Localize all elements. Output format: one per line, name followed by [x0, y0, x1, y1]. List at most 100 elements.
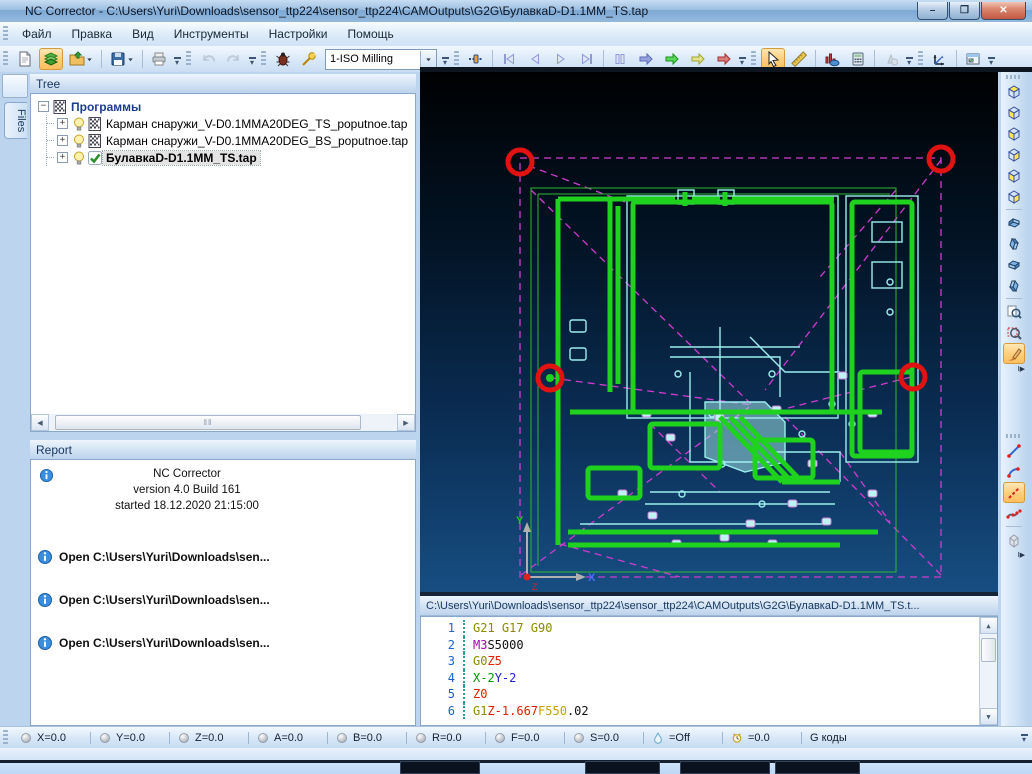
toolbar-overflow[interactable]: ▾ — [174, 57, 181, 69]
close-icon[interactable] — [982, 599, 995, 612]
gcode-line[interactable]: 1G21 G17 G90 — [421, 620, 979, 637]
toolbar-grip[interactable] — [1006, 434, 1022, 438]
scroll-right-button[interactable]: ▶ — [397, 414, 415, 431]
new-file-button[interactable] — [13, 48, 37, 70]
code-vscrollbar[interactable]: ▲ ▼ — [979, 617, 997, 725]
toolbar-grip[interactable] — [918, 51, 923, 67]
gcode-line[interactable]: 6G1Z-1.667F550.02 — [421, 703, 979, 720]
status-item-6[interactable]: R=0.0 — [406, 732, 485, 744]
close-icon[interactable] — [400, 443, 413, 456]
layers-button[interactable] — [39, 48, 63, 70]
scroll-left-button[interactable]: ◀ — [31, 414, 49, 431]
bug-button[interactable] — [271, 48, 295, 70]
toolbar-grip[interactable] — [186, 51, 191, 67]
vscroll-thumb[interactable] — [981, 638, 996, 662]
code-panel-titlebar[interactable]: C:\Users\Yuri\Downloads\sensor_ttp224\se… — [420, 596, 998, 616]
taskbar-button[interactable] — [585, 761, 660, 774]
toolbar-grip[interactable] — [261, 51, 266, 67]
restore-button[interactable]: ❐ — [949, 2, 980, 20]
minimize-button[interactable]: – — [917, 2, 948, 20]
scroll-down-button[interactable]: ▼ — [980, 708, 998, 725]
wizard-button[interactable] — [297, 48, 321, 70]
iso-view-2-button[interactable] — [1003, 233, 1025, 254]
status-item-11[interactable]: G коды — [801, 732, 880, 744]
view-back-button[interactable] — [1003, 144, 1025, 165]
menu-item-4[interactable]: Инструменты — [164, 24, 259, 44]
files-dock-button[interactable] — [2, 74, 28, 98]
gcode-viewport[interactable]: Y X Z — [420, 72, 998, 592]
tree-panel-titlebar[interactable]: Tree — [30, 74, 416, 94]
redo-button[interactable] — [222, 48, 246, 70]
taskbar-button[interactable] — [400, 761, 480, 774]
status-item-3[interactable]: Z=0.0 — [169, 732, 248, 744]
report-panel-titlebar[interactable]: Report — [30, 440, 416, 460]
collapse-expander[interactable]: − — [38, 101, 49, 112]
solid-view-button[interactable] — [1003, 529, 1025, 550]
close-button[interactable]: ✕ — [981, 2, 1026, 20]
status-item-5[interactable]: B=0.0 — [327, 732, 406, 744]
toolbar-overflow[interactable]: ▾ — [249, 57, 256, 69]
status-item-4[interactable]: A=0.0 — [248, 732, 327, 744]
menu-item-1[interactable]: Файл — [12, 24, 62, 44]
toolbar-grip[interactable] — [751, 51, 756, 67]
files-tab[interactable]: Files — [4, 102, 27, 139]
dashed-line-button[interactable] — [1003, 482, 1025, 503]
tree-item-3[interactable]: +БулавкаD-D1.1MM_TS.tap — [47, 149, 415, 166]
view-right-button[interactable] — [1003, 186, 1025, 207]
pin-icon[interactable] — [387, 443, 400, 456]
tree-root-row[interactable]: −Программы — [35, 98, 415, 115]
gcode-line[interactable]: 2M3 S5000 — [421, 637, 979, 654]
menu-item-6[interactable]: Помощь — [337, 24, 403, 44]
arc-segment-button[interactable] — [1003, 461, 1025, 482]
status-item-2[interactable]: Y=0.0 — [90, 732, 169, 744]
close-icon[interactable] — [400, 77, 413, 90]
menu-grip[interactable] — [3, 26, 8, 42]
iso-view-1-button[interactable] — [1003, 212, 1025, 233]
gcode-line[interactable]: 5Z0 — [421, 686, 979, 703]
status-item-1[interactable]: X=0.0 — [12, 732, 90, 744]
taskbar-button[interactable] — [775, 761, 860, 774]
status-item-7[interactable]: F=0.0 — [485, 732, 564, 744]
expand-expander[interactable]: + — [57, 118, 68, 129]
line-segment-button[interactable] — [1003, 440, 1025, 461]
taskbar-button[interactable] — [680, 761, 770, 774]
view-front-button[interactable] — [1003, 123, 1025, 144]
tree-item-1[interactable]: +Карман снаружи_V-D0.1MMA20DEG_TS_poputn… — [47, 115, 415, 132]
expand-expander[interactable]: + — [57, 152, 68, 163]
gcode-editor[interactable]: 1G21 G17 G902M3 S50003G0Z54X-2Y-25Z06G1Z… — [421, 617, 979, 725]
gcode-line[interactable]: 3G0Z5 — [421, 653, 979, 670]
tree-view[interactable]: −Программы+Карман снаружи_V-D0.1MMA20DEG… — [30, 93, 416, 415]
view-bottom-button[interactable] — [1003, 102, 1025, 123]
toolbar-expand[interactable]: I▶ — [1018, 365, 1027, 373]
status-item-8[interactable]: S=0.0 — [564, 732, 643, 744]
hscroll-thumb[interactable]: ‖‖ — [55, 415, 361, 430]
pin-icon[interactable] — [387, 77, 400, 90]
iso-view-3-button[interactable] — [1003, 254, 1025, 275]
menu-item-3[interactable]: Вид — [122, 24, 164, 44]
view-left-button[interactable] — [1003, 165, 1025, 186]
tree-item-2[interactable]: +Карман снаружи_V-D0.1MMA20DEG_BS_poputn… — [47, 132, 415, 149]
tree-hscrollbar[interactable]: ◀ ‖‖ ▶ — [30, 414, 416, 432]
toolbar-grip[interactable] — [3, 51, 8, 67]
status-grip[interactable] — [3, 730, 8, 746]
open-folder-button[interactable] — [65, 48, 97, 70]
print-button[interactable] — [147, 48, 171, 70]
status-item-9[interactable]: =Off — [643, 732, 722, 744]
toolbar-grip[interactable] — [1006, 75, 1022, 79]
title-bar[interactable]: NC Corrector - C:\Users\Yuri\Downloads\s… — [0, 0, 1032, 23]
expand-expander[interactable]: + — [57, 135, 68, 146]
menu-item-2[interactable]: Правка — [62, 24, 123, 44]
menu-item-5[interactable]: Настройки — [259, 24, 338, 44]
status-overflow[interactable]: ▾ — [1021, 734, 1028, 746]
view-top-button[interactable] — [1003, 81, 1025, 102]
polyline-button[interactable] — [1003, 503, 1025, 524]
combo-caret[interactable] — [420, 51, 436, 68]
toolbar-expand[interactable]: I▶ — [1018, 551, 1027, 559]
repaint-button[interactable] — [1003, 343, 1025, 364]
status-item-10[interactable]: =0.0 — [722, 732, 801, 744]
zoom-window-button[interactable] — [1003, 322, 1025, 343]
toolbar-grip[interactable] — [454, 51, 459, 67]
scroll-up-button[interactable]: ▲ — [980, 617, 998, 634]
zoom-fit-button[interactable] — [1003, 301, 1025, 322]
save-button[interactable] — [106, 48, 138, 70]
